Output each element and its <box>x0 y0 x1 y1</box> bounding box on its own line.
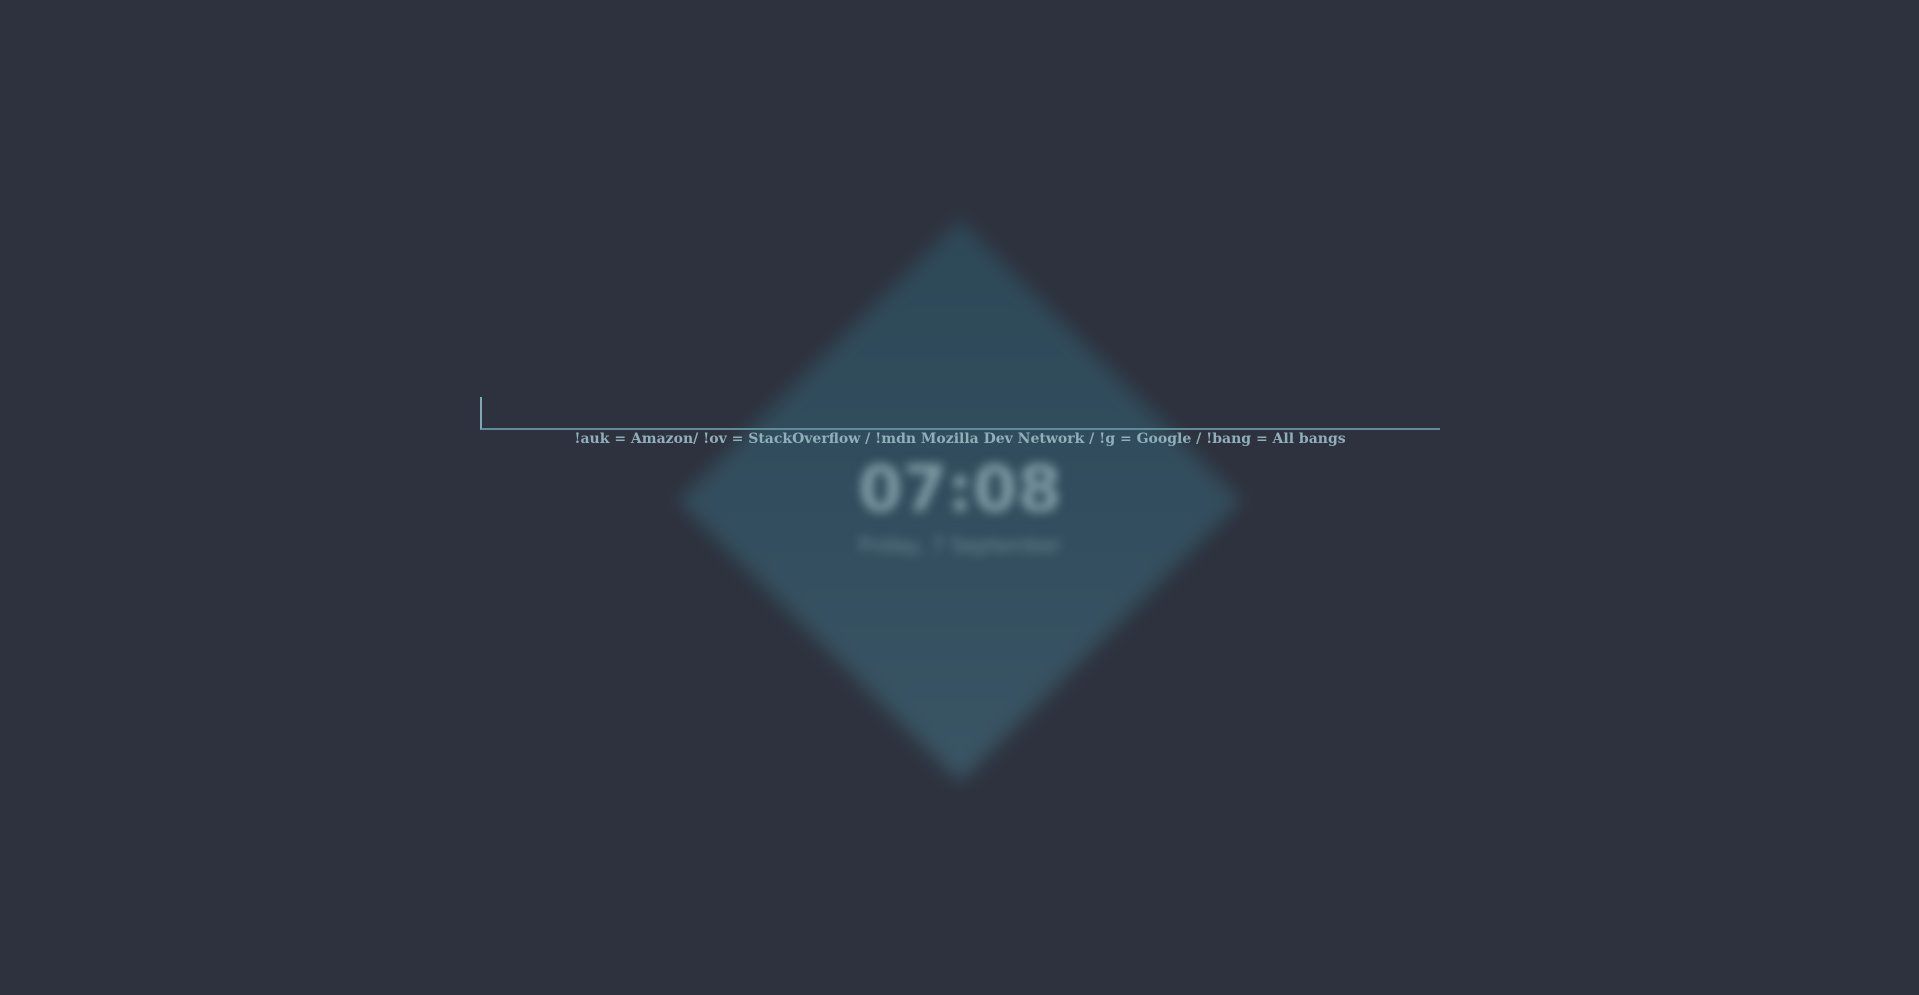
bang-shortcuts-hint: !auk = Amazon/ !ov = StackOverflow / !md… <box>574 431 1346 447</box>
search-bar[interactable] <box>480 397 1440 430</box>
clock-widget: 07:08 Friday, 7 September <box>760 450 1160 560</box>
search-input[interactable] <box>490 397 1434 429</box>
start-page: 07:08 Friday, 7 September !auk = Amazon/… <box>0 0 1919 995</box>
clock-time: 07:08 <box>858 453 1062 527</box>
clock-date: Friday, 7 September <box>858 533 1062 557</box>
